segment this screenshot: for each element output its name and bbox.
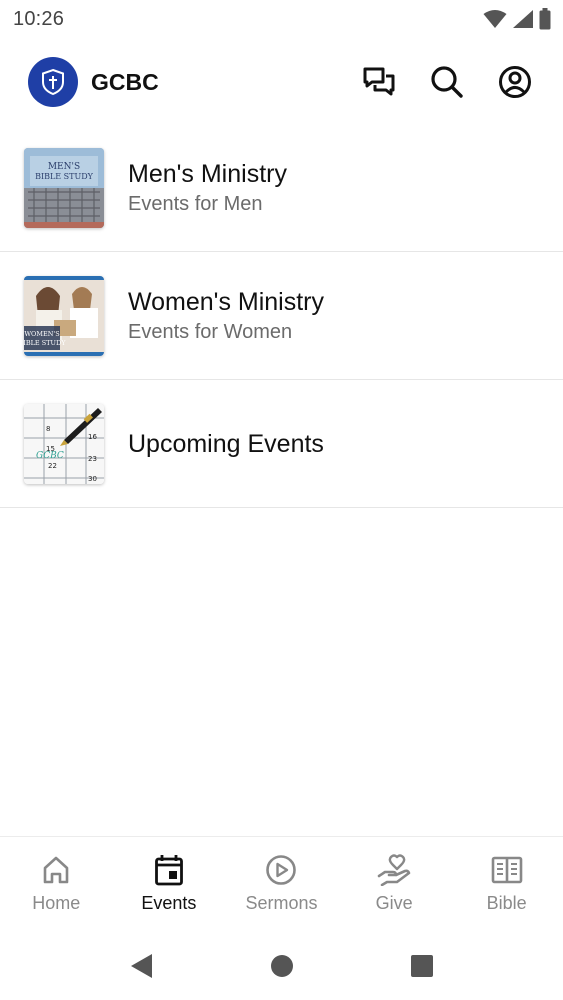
nav-label: Give: [375, 893, 413, 913]
calendar-icon: [152, 853, 186, 887]
svg-text:MEN'S: MEN'S: [48, 162, 80, 172]
mens-ministry-thumbnail: MEN'S BIBLE STUDY: [24, 147, 104, 228]
upcoming-events-thumbnail: 8 15 16 23 22 30 GCBC: [24, 403, 104, 484]
nav-item-sermons[interactable]: Sermons: [225, 837, 338, 932]
svg-text:16: 16: [88, 433, 97, 441]
list-item-title: Men's Ministry: [128, 159, 287, 188]
header-actions: [357, 60, 537, 104]
system-navigation-bar: [0, 932, 563, 1000]
app-title: GCBC: [91, 68, 159, 95]
nav-label: Bible: [486, 893, 527, 913]
chat-bubbles-icon: [363, 67, 395, 96]
svg-text:WOMEN'S: WOMEN'S: [24, 330, 59, 338]
nav-label: Home: [32, 893, 81, 913]
list-item-womens-ministry[interactable]: WOMEN'S BIBLE STUDY Women's Ministry Eve…: [0, 252, 563, 380]
list-item-subtitle: Events for Women: [128, 320, 293, 343]
nav-item-home[interactable]: Home: [0, 837, 113, 932]
nav-item-give[interactable]: Give: [338, 837, 451, 932]
messages-button[interactable]: [357, 60, 401, 104]
status-icons: [483, 8, 551, 30]
app-header: GCBC: [0, 48, 563, 116]
nav-label: Sermons: [245, 893, 318, 913]
list-item-text: Men's Ministry Events for Men: [128, 158, 287, 218]
open-book-icon: [490, 853, 524, 887]
shield-cross-icon: [42, 68, 64, 96]
back-triangle-icon: [130, 954, 152, 978]
nav-item-events[interactable]: Events: [113, 837, 226, 932]
list-item-text: Upcoming Events: [128, 428, 324, 460]
recents-square-icon: [410, 955, 433, 977]
home-icon: [39, 853, 73, 887]
list-item-upcoming-events[interactable]: 8 15 16 23 22 30 GCBC Upcoming Events: [0, 380, 563, 508]
play-circle-icon: [264, 853, 298, 887]
svg-text:BIBLE STUDY: BIBLE STUDY: [35, 172, 94, 181]
cellular-signal-icon: [513, 10, 533, 28]
home-button[interactable]: [212, 954, 352, 978]
nav-item-bible[interactable]: Bible: [450, 837, 563, 932]
list-item-title: Upcoming Events: [128, 429, 324, 458]
search-icon: [431, 66, 463, 98]
account-circle-icon: [499, 66, 531, 98]
status-bar: 10:26: [0, 0, 563, 38]
svg-text:30: 30: [88, 475, 97, 483]
list-item-title: Women's Ministry: [128, 287, 325, 316]
svg-text:22: 22: [48, 462, 57, 470]
womens-ministry-thumbnail: WOMEN'S BIBLE STUDY: [24, 275, 104, 356]
search-button[interactable]: [425, 60, 469, 104]
svg-text:GCBC: GCBC: [36, 451, 64, 461]
account-button[interactable]: [493, 60, 537, 104]
recents-button[interactable]: [352, 954, 492, 978]
svg-text:BIBLE STUDY: BIBLE STUDY: [24, 339, 66, 347]
bottom-navigation: Home Events Sermons Give Bible: [0, 836, 563, 932]
back-button[interactable]: [72, 953, 212, 979]
church-logo[interactable]: [28, 57, 78, 107]
list-item-subtitle: Events for Men: [128, 192, 263, 215]
svg-text:8: 8: [46, 425, 50, 433]
svg-text:23: 23: [88, 455, 97, 463]
status-time: 10:26: [13, 7, 65, 30]
wifi-icon: [483, 10, 507, 28]
list-item-text: Women's Ministry Events for Women: [128, 286, 324, 346]
give-heart-hand-icon: [377, 853, 411, 887]
battery-icon: [539, 8, 551, 30]
nav-label: Events: [141, 893, 197, 913]
events-list: MEN'S BIBLE STUDY Men's Ministry Events …: [0, 124, 563, 508]
home-circle-icon: [270, 955, 293, 977]
list-item-mens-ministry[interactable]: MEN'S BIBLE STUDY Men's Ministry Events …: [0, 124, 563, 252]
